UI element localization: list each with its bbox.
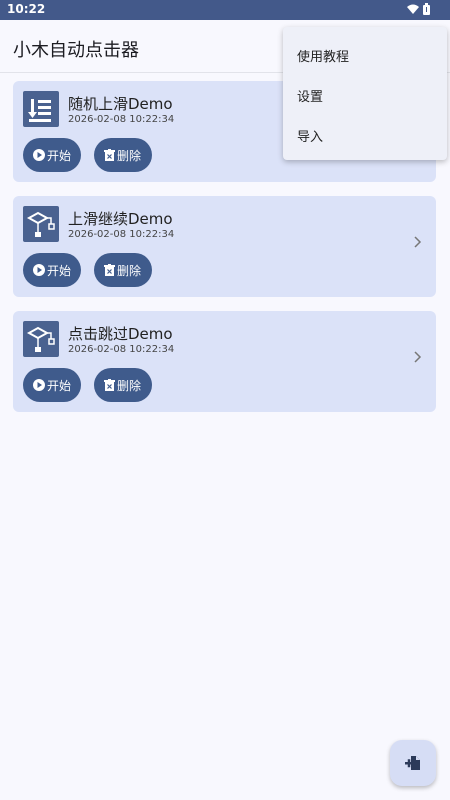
add-file-icon <box>405 756 420 770</box>
trash-icon <box>104 149 115 161</box>
menu-item-import[interactable]: 导入 <box>297 126 323 145</box>
wifi-icon <box>407 4 419 14</box>
delete-button-label: 删除 <box>117 148 142 163</box>
play-circle-icon <box>33 379 45 391</box>
chevron-right-icon[interactable] <box>414 236 422 248</box>
start-button[interactable]: 开始 <box>23 138 81 172</box>
task-card[interactable]: 上滑继续Demo 2026-02-08 10:22:34 开始 删除 <box>13 196 436 297</box>
play-circle-icon <box>33 149 45 161</box>
menu-item-tutorial[interactable]: 使用教程 <box>297 46 349 65</box>
swipe-list-icon <box>23 91 59 127</box>
delete-button-label: 删除 <box>117 263 142 278</box>
add-task-button[interactable] <box>390 740 436 786</box>
task-title: 随机上滑Demo <box>68 95 173 113</box>
status-bar: 10:22 <box>0 0 450 20</box>
start-button-label: 开始 <box>47 148 72 163</box>
delete-button-label: 删除 <box>117 378 142 393</box>
play-circle-icon <box>33 264 45 276</box>
app-title: 小木自动点击器 <box>13 40 139 61</box>
battery-icon <box>423 3 430 15</box>
task-date: 2026-02-08 10:22:34 <box>68 344 175 355</box>
trash-icon <box>104 379 115 391</box>
task-title: 点击跳过Demo <box>68 325 173 343</box>
delete-button[interactable]: 删除 <box>94 253 152 287</box>
task-title: 上滑继续Demo <box>68 210 173 228</box>
flowchart-icon <box>23 206 59 242</box>
flowchart-icon <box>23 321 59 357</box>
start-button[interactable]: 开始 <box>23 368 81 402</box>
delete-button[interactable]: 删除 <box>94 138 152 172</box>
menu-item-settings[interactable]: 设置 <box>297 86 323 105</box>
task-date: 2026-02-08 10:22:34 <box>68 114 175 125</box>
delete-button[interactable]: 删除 <box>94 368 152 402</box>
trash-icon <box>104 264 115 276</box>
task-card[interactable]: 点击跳过Demo 2026-02-08 10:22:34 开始 删除 <box>13 311 436 412</box>
start-button-label: 开始 <box>47 378 72 393</box>
start-button-label: 开始 <box>47 263 72 278</box>
status-time: 10:22 <box>7 2 46 16</box>
task-date: 2026-02-08 10:22:34 <box>68 229 175 240</box>
start-button[interactable]: 开始 <box>23 253 81 287</box>
chevron-right-icon[interactable] <box>414 351 422 363</box>
overflow-menu: 使用教程 设置 导入 <box>283 27 447 160</box>
status-icons <box>407 3 430 15</box>
